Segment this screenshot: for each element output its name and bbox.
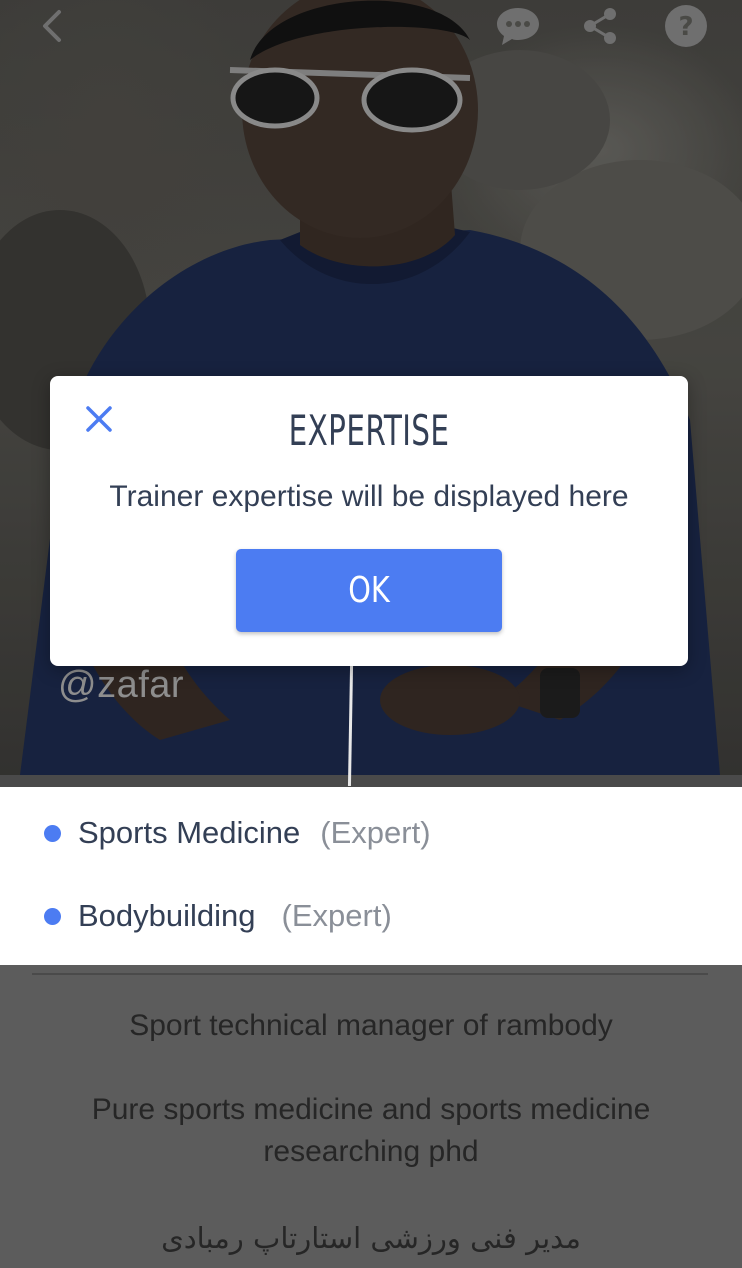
bio-line: مدیر فنی ورزشی استارتاپ رمبادی [161,1221,581,1255]
close-icon[interactable] [82,402,116,436]
help-icon[interactable]: ? [662,2,710,50]
expertise-name: Bodybuilding [78,898,256,933]
expertise-level: (Expert) [320,815,431,850]
ok-button-label: OK [348,570,390,611]
svg-text:?: ? [678,12,693,42]
dialog-message: Trainer expertise will be displayed here [109,480,629,513]
back-icon[interactable] [28,2,76,50]
expertise-item: Sports Medicine (Expert) [44,813,431,853]
expertise-item: Bodybuilding (Expert) [44,896,392,936]
bullet-icon [44,824,61,842]
ok-button[interactable]: OK [236,549,502,632]
bio-line: Pure sports medicine and sports medicine… [91,1093,651,1168]
bullet-icon [44,907,61,925]
username: @zafar [58,664,185,706]
bio-line: Sport technical manager of rambody [129,1009,613,1042]
dialog-title: EXPERTISE [288,406,450,455]
expertise-level: (Expert) [281,898,392,933]
expertise-list: Sports Medicine (Expert) Bodybuilding (E… [0,787,742,965]
trainer-bio: Sport technical manager of rambody Pure … [0,965,742,1268]
expertise-name: Sports Medicine [78,815,301,850]
top-bar: ? [0,0,742,56]
share-icon[interactable] [576,2,624,50]
expertise-dialog: EXPERTISE Trainer expertise will be disp… [50,376,688,666]
bio-divider [32,973,708,975]
chat-icon[interactable] [494,2,542,50]
section-divider [0,775,742,787]
